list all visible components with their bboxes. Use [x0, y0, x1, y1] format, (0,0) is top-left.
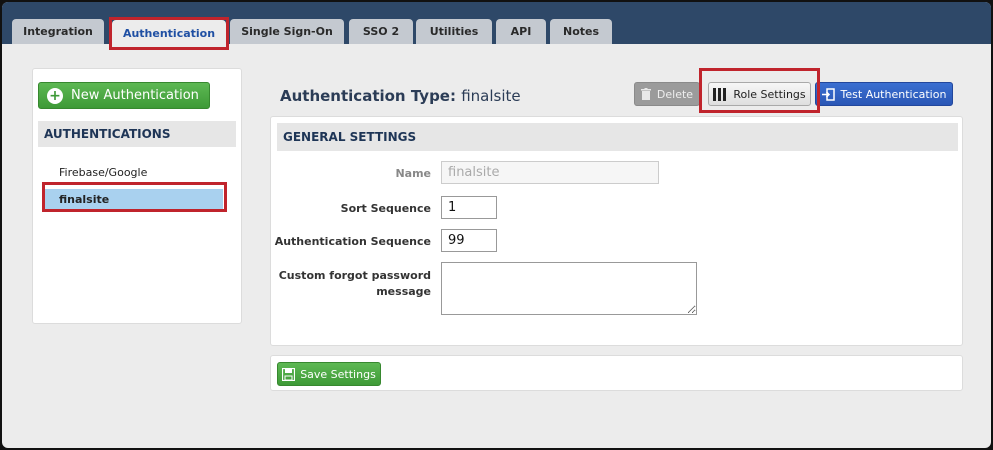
sidebar-item-label: Firebase/Google	[59, 165, 148, 179]
new-authentication-button[interactable]: + New Authentication	[38, 82, 210, 109]
save-settings-label: Save Settings	[300, 367, 376, 381]
tab-api[interactable]: API	[496, 19, 546, 44]
page-title: Authentication Type: finalsite	[280, 87, 521, 105]
tab-sso-2[interactable]: SSO 2	[349, 19, 413, 44]
test-authentication-label: Test Authentication	[840, 87, 947, 101]
general-settings-panel: GENERAL SETTINGS Name Sort Sequence Auth…	[270, 116, 963, 346]
sort-sequence-label: Sort Sequence	[340, 202, 431, 215]
trash-icon	[640, 88, 651, 100]
custom-forgot-password-label: Custom forgot password message	[278, 269, 431, 298]
tab-authentication[interactable]: Authentication	[112, 20, 226, 46]
sort-sequence-field[interactable]	[441, 196, 497, 219]
delete-button[interactable]: Delete	[634, 82, 700, 106]
role-settings-button[interactable]: Role Settings	[708, 82, 811, 106]
custom-forgot-password-textarea[interactable]	[441, 262, 697, 315]
page-title-prefix: Authentication Type:	[280, 87, 456, 105]
general-settings-header: GENERAL SETTINGS	[277, 123, 958, 151]
tab-integration[interactable]: Integration	[12, 19, 104, 44]
authentications-header: AUTHENTICATIONS	[38, 121, 236, 147]
sign-in-icon	[821, 87, 835, 101]
name-field[interactable]	[441, 161, 659, 184]
top-nav-bar: Integration Authentication Single Sign-O…	[2, 2, 991, 46]
save-settings-button[interactable]: Save Settings	[277, 362, 381, 386]
authentication-sequence-field[interactable]	[441, 229, 497, 252]
name-label: Name	[395, 167, 431, 180]
tab-notes[interactable]: Notes	[550, 19, 612, 44]
save-panel: Save Settings	[270, 355, 963, 391]
sidebar-item-label: finalsite	[59, 192, 110, 206]
sidebar-item-finalsite[interactable]: finalsite	[45, 189, 223, 209]
authentications-sidebar: + New Authentication AUTHENTICATIONS Fir…	[32, 68, 242, 324]
columns-icon	[713, 87, 727, 101]
authentication-sequence-label: Authentication Sequence	[274, 235, 431, 248]
new-authentication-label: New Authentication	[71, 88, 199, 103]
tab-utilities[interactable]: Utilities	[416, 19, 492, 44]
test-authentication-button[interactable]: Test Authentication	[815, 82, 953, 106]
sidebar-item-firebase-google[interactable]: Firebase/Google	[45, 162, 223, 182]
app-window: Integration Authentication Single Sign-O…	[2, 2, 991, 448]
role-settings-label: Role Settings	[733, 87, 806, 101]
plus-circle-icon: +	[47, 87, 63, 104]
tab-single-sign-on[interactable]: Single Sign-On	[230, 19, 344, 44]
page-title-value: finalsite	[461, 87, 521, 105]
delete-label: Delete	[656, 87, 694, 101]
save-icon	[282, 367, 296, 381]
